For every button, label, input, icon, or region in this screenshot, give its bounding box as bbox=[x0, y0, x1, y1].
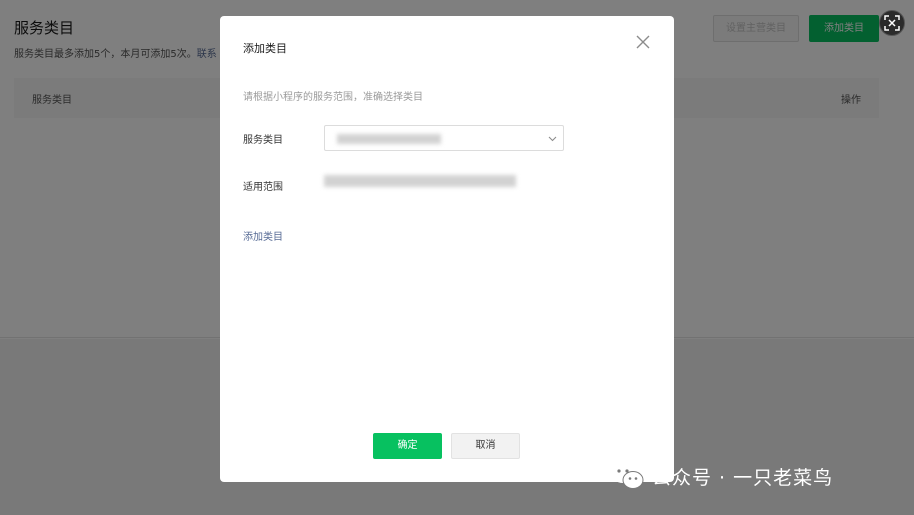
screenshot-button[interactable] bbox=[879, 10, 905, 36]
confirm-button[interactable]: 确定 bbox=[373, 433, 442, 459]
close-icon[interactable] bbox=[634, 33, 652, 51]
scope-label: 适用范围 bbox=[243, 182, 283, 193]
scope-value-redacted bbox=[324, 173, 516, 191]
screenshot-scan-icon bbox=[884, 15, 900, 31]
watermark-text: 公众号 · 一只老菜鸟 bbox=[652, 466, 834, 489]
add-category-link[interactable]: 添加类目 bbox=[243, 228, 283, 243]
watermark: 公众号 · 一只老菜鸟 bbox=[610, 462, 833, 490]
service-category-label: 服务类目 bbox=[243, 135, 283, 146]
cancel-button[interactable]: 取消 bbox=[451, 433, 520, 459]
redacted-value bbox=[337, 134, 441, 144]
dialog-title: 添加类目 bbox=[243, 42, 287, 55]
service-category-select[interactable] bbox=[324, 125, 564, 151]
chevron-down-icon bbox=[548, 136, 557, 142]
add-category-dialog: 添加类目 请根据小程序的服务范围，准确选择类目 服务类目 适用范围 添加类目 确… bbox=[220, 16, 674, 482]
dialog-hint: 请根据小程序的服务范围，准确选择类目 bbox=[243, 92, 423, 103]
redacted-scope bbox=[324, 175, 516, 187]
wechat-logo-icon bbox=[611, 463, 644, 489]
